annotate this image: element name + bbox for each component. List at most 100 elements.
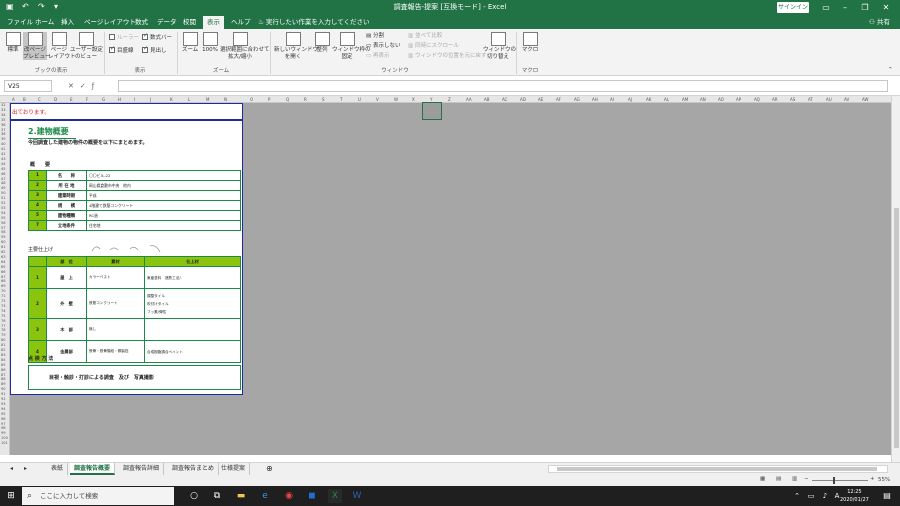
next-sheet-icon[interactable]: ▸: [20, 463, 31, 475]
column-header[interactable]: AW: [862, 97, 868, 102]
column-header[interactable]: S: [322, 97, 325, 102]
row-header[interactable]: 95: [1, 412, 6, 416]
row-header[interactable]: 57: [1, 226, 6, 230]
file-explorer-icon[interactable]: ▬: [234, 489, 248, 503]
add-sheet-icon[interactable]: ⊕: [262, 463, 277, 475]
row-header[interactable]: 73: [1, 304, 6, 308]
column-header[interactable]: AE: [538, 97, 543, 102]
row-header[interactable]: 46: [1, 172, 6, 176]
row-header[interactable]: 97: [1, 422, 6, 426]
row-header[interactable]: 67: [1, 275, 6, 279]
row-header[interactable]: 49: [1, 186, 6, 190]
finish-value[interactable]: 調整タイル 吹付けタイル フッ素/弾性: [144, 288, 241, 319]
row-header[interactable]: 84: [1, 358, 6, 362]
close-icon[interactable]: ✕: [878, 1, 894, 14]
active-cell[interactable]: [422, 102, 442, 120]
row-header[interactable]: 80: [1, 338, 6, 342]
share-button[interactable]: ⚇ 共有: [869, 16, 890, 29]
row-header[interactable]: 39: [1, 137, 6, 141]
column-header[interactable]: L: [188, 97, 190, 102]
network-icon[interactable]: ▭: [804, 489, 818, 503]
row-header[interactable]: 100: [1, 436, 8, 440]
reset-window-position-button[interactable]: ▥ ウィンドウの位置を元に戻す: [408, 52, 486, 60]
custom-views-button[interactable]: ユーザー設定 のビュー: [70, 32, 103, 60]
zoom-knob[interactable]: [833, 477, 835, 484]
scroll-thumb[interactable]: [557, 467, 877, 471]
macros-button[interactable]: マクロ: [520, 32, 540, 54]
normal-view-button[interactable]: 標準: [4, 32, 22, 54]
headings-checkbox[interactable]: 見出し: [142, 45, 167, 55]
row-header[interactable]: 87: [1, 373, 6, 377]
column-header[interactable]: D: [54, 97, 57, 102]
row-header[interactable]: 36: [1, 123, 6, 127]
row-header[interactable]: 82: [1, 348, 6, 352]
tab-data[interactable]: データ: [153, 16, 181, 29]
page-break-icon[interactable]: ▥: [792, 476, 797, 482]
row-header[interactable]: 58: [1, 230, 6, 234]
inspection-text[interactable]: 目視・触診・打診による調査 及び 写真撮影: [49, 374, 154, 381]
column-header[interactable]: AL: [664, 97, 669, 102]
sign-in-button[interactable]: サインイン: [777, 2, 809, 13]
column-header[interactable]: Z: [448, 97, 451, 102]
column-header[interactable]: AS: [790, 97, 795, 102]
row-header[interactable]: 38: [1, 132, 6, 136]
row-header[interactable]: 85: [1, 363, 6, 367]
column-header[interactable]: AQ: [754, 97, 760, 102]
row-header[interactable]: 35: [1, 118, 6, 122]
spec-value[interactable]: 岡山県倉敷市中央 他内: [86, 180, 241, 191]
zoom-level[interactable]: 55%: [878, 477, 890, 483]
column-header[interactable]: AB: [484, 97, 489, 102]
outlook-icon[interactable]: ◼: [305, 489, 319, 503]
column-header[interactable]: N: [224, 97, 227, 102]
row-header[interactable]: 52: [1, 201, 6, 205]
row-header[interactable]: 50: [1, 191, 6, 195]
column-header[interactable]: M: [206, 97, 209, 102]
page-break-preview-button[interactable]: 改ページ プレビュー: [23, 32, 51, 60]
spec-value[interactable]: 4階建て鉄筋コンクリート: [86, 200, 241, 211]
column-header[interactable]: AO: [718, 97, 724, 102]
row-header[interactable]: 59: [1, 235, 6, 239]
row-header[interactable]: 37: [1, 128, 6, 132]
row-header[interactable]: 88: [1, 377, 6, 381]
zoom-slider[interactable]: [812, 480, 868, 481]
column-header[interactable]: F: [86, 97, 88, 102]
column-header[interactable]: V: [376, 97, 379, 102]
row-header[interactable]: 43: [1, 157, 6, 161]
row-header[interactable]: 98: [1, 426, 6, 430]
tab-formulas[interactable]: 数式: [131, 16, 152, 29]
row-header[interactable]: 101: [1, 441, 8, 445]
taskbar-search[interactable]: ここに入力して検索: [22, 487, 174, 505]
column-header[interactable]: I: [134, 97, 135, 102]
hide-button[interactable]: ▭ 表示しない: [366, 42, 400, 50]
page-layout-icon[interactable]: ▤: [776, 476, 781, 482]
tab-view[interactable]: 表示: [203, 16, 224, 29]
row-header[interactable]: 66: [1, 270, 6, 274]
column-header[interactable]: J: [150, 97, 151, 102]
freeze-panes-button[interactable]: ウィンドウ枠の 固定: [332, 32, 371, 60]
column-header[interactable]: AA: [466, 97, 472, 102]
sheet-tab-proposal[interactable]: 仕様提案: [217, 463, 251, 475]
name-box[interactable]: V25: [4, 80, 52, 92]
column-header[interactable]: O: [250, 97, 253, 102]
zoom-100-button[interactable]: 100%: [201, 32, 219, 54]
formula-bar-checkbox[interactable]: 数式バー: [142, 32, 172, 42]
normal-view-icon[interactable]: ▦: [760, 476, 765, 482]
row-header[interactable]: 79: [1, 333, 6, 337]
finish-value[interactable]: 合成樹脂調合ペイント: [144, 340, 241, 363]
finish-material[interactable]: カラーベスト: [86, 266, 145, 289]
finish-material[interactable]: 鉄筋コンクリート: [86, 288, 145, 319]
row-header[interactable]: 64: [1, 260, 6, 264]
column-header[interactable]: AJ: [628, 97, 632, 102]
column-header[interactable]: AT: [808, 97, 813, 102]
switch-windows-button[interactable]: ウィンドウの 切り替え: [483, 32, 516, 60]
edge-icon[interactable]: e: [258, 489, 272, 503]
column-header[interactable]: AP: [736, 97, 741, 102]
excel-icon[interactable]: X: [328, 489, 342, 503]
row-header[interactable]: 61: [1, 245, 6, 249]
column-header[interactable]: AH: [592, 97, 598, 102]
spec-value[interactable]: 住宅地: [86, 220, 241, 231]
column-header[interactable]: AU: [826, 97, 832, 102]
show-hidden-icons[interactable]: ⌃: [790, 489, 804, 503]
row-header[interactable]: 53: [1, 206, 6, 210]
zoom-out-icon[interactable]: −: [804, 476, 809, 482]
